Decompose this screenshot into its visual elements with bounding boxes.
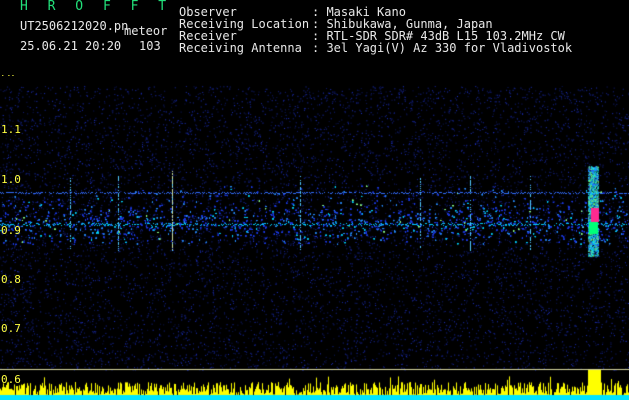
- freq-tick: 0.8: [1, 273, 21, 286]
- freq-tick: 0.7: [1, 322, 21, 335]
- datetime-label: 25.06.21 20:20: [20, 39, 122, 53]
- freq-tick: 0.6: [1, 373, 21, 386]
- filename-label: UT2506212020.pn: [20, 19, 129, 33]
- header-panel: H R O F F T UT2506212020.pn meteor 25.06…: [0, 0, 629, 92]
- brand-title: H R O F F T: [20, 0, 173, 14]
- antenna-value: : 3el Yagi(V) Az 330 for Vladivostok: [312, 41, 573, 55]
- category-label: meteor: [124, 24, 168, 38]
- freq-tick: 1.0: [1, 173, 21, 186]
- count-label: 103: [139, 39, 161, 53]
- spectrogram-canvas: [0, 76, 629, 400]
- freq-tick: 0.9: [1, 224, 21, 237]
- antenna-label: Receiving Antenna: [179, 41, 302, 55]
- freq-tick: 1.1: [1, 123, 21, 136]
